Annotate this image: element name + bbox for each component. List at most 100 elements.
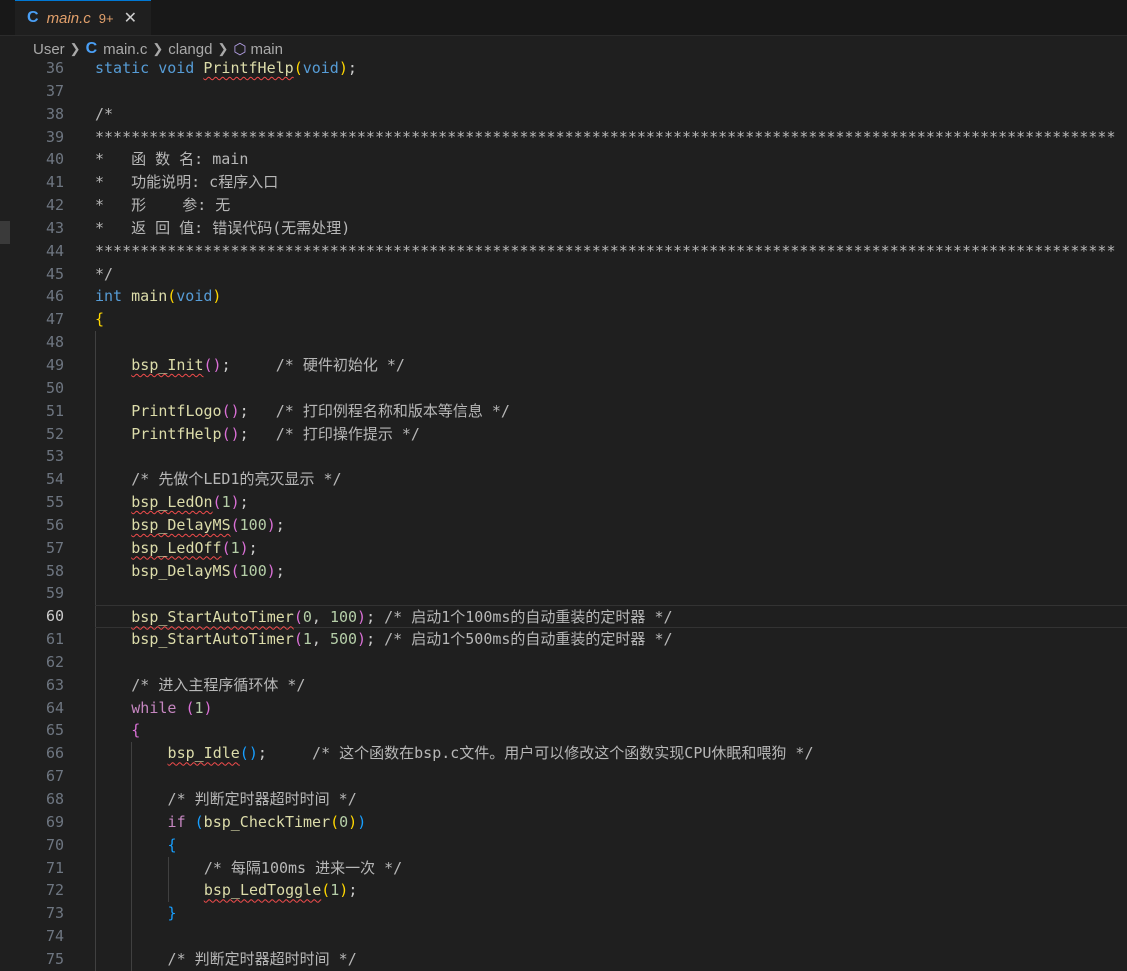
code-line[interactable]: 45 */ [0, 263, 1127, 286]
code-line[interactable]: 54 /* 先做个LED1的亮灭显示 */ [0, 468, 1127, 492]
code-token: ( [321, 881, 331, 900]
code-line[interactable]: 56 bsp_DelayMS(100); [0, 513, 1127, 537]
line-number: 58 [45, 561, 64, 580]
line-number: 52 [45, 424, 64, 443]
indent-guide [167, 879, 169, 903]
code-token: /* 判断定时器超时时间 */ [167, 790, 357, 808]
code-line[interactable]: 65 { [0, 719, 1127, 743]
code-token: ; [275, 515, 285, 534]
code-line[interactable]: 59 [0, 582, 1127, 606]
code-token: ; [221, 355, 276, 374]
code-line[interactable]: 68 /* 判断定时器超时时间 */ [0, 788, 1127, 811]
code-line[interactable]: 36 static void PrintfHelp(void); [0, 57, 1127, 80]
code-line[interactable]: 39 **************************************… [0, 126, 1127, 149]
code-content: * 返 回 值: 错误代码(无需处理) [95, 217, 350, 240]
code-line[interactable]: 37 [0, 80, 1127, 103]
indent-guide [131, 856, 133, 880]
indent-guide [131, 902, 133, 926]
code-content: /* 每隔100ms 进来一次 */ [204, 857, 402, 880]
tab-main-c[interactable]: C main.c 9+ ✕ [15, 0, 151, 35]
code-token: ; [275, 561, 285, 580]
code-line[interactable]: 62 [0, 650, 1127, 674]
code-token: bsp_DelayMS [131, 515, 231, 534]
close-icon[interactable]: ✕ [124, 8, 137, 28]
code-line[interactable]: 60 bsp_StartAutoTimer(0, 100); /* 启动1个100… [0, 605, 1127, 629]
code-line[interactable]: 71 /* 每隔100ms 进来一次 */ [0, 856, 1127, 880]
indent-guide [95, 925, 96, 948]
code-token: 1 [302, 630, 312, 649]
code-line[interactable]: 42 * 形 参: 无 [0, 194, 1127, 217]
symbol-method-icon: ⬡ [233, 41, 247, 58]
code-token: ( [230, 515, 240, 534]
code-line[interactable]: 41 * 功能说明: c程序入口 [0, 171, 1127, 194]
code-token: bsp_Idle [167, 744, 240, 763]
code-line[interactable]: 44 **************************************… [0, 240, 1127, 263]
code-line[interactable]: 53 [0, 445, 1127, 469]
code-line[interactable]: 46 int main(void) [0, 285, 1127, 308]
code-line[interactable]: 40 * 函 数 名: main [0, 148, 1127, 171]
indent-guide [95, 491, 96, 514]
problems-badge: 9+ [98, 10, 114, 26]
breadcrumb-item-clangd[interactable]: clangd [168, 41, 212, 58]
indent-guide [131, 879, 133, 903]
code-token: ) [357, 630, 367, 649]
code-token: () [221, 401, 240, 420]
code-text: { [95, 719, 1127, 743]
line-number: 53 [45, 447, 64, 466]
breadcrumb-item-file[interactable]: main.c [103, 41, 147, 58]
code-text: bsp_StartAutoTimer(1, 500); /* 启动1个500ms… [95, 628, 1127, 651]
breadcrumb-item-user[interactable]: User [33, 41, 65, 58]
code-token: ; [239, 493, 249, 512]
indent-guide [95, 445, 96, 469]
code-content: bsp_LedOn(1); [131, 491, 248, 514]
code-token: void [302, 59, 339, 77]
code-text: bsp_DelayMS(100); [95, 559, 1127, 583]
code-line[interactable]: 70 { [0, 833, 1127, 857]
code-line[interactable]: 67 [0, 765, 1127, 788]
code-line[interactable]: 69 if (bsp_CheckTimer(0)) [0, 810, 1127, 834]
code-line[interactable]: 66 bsp_Idle(); /* 这个函数在bsp.c文件。用户可以修改这个函数… [0, 742, 1127, 766]
code-token: 1 [330, 881, 340, 900]
code-line[interactable]: 58 bsp_DelayMS(100); [0, 559, 1127, 583]
code-line[interactable]: 61 bsp_StartAutoTimer(1, 500); /* 启动1个500… [0, 628, 1127, 651]
line-number: 47 [45, 310, 64, 329]
code-line[interactable]: 43 * 返 回 值: 错误代码(无需处理) [0, 217, 1127, 240]
code-token: * 函 数 名: main [95, 150, 249, 169]
code-text: bsp_LedOn(1); [95, 491, 1127, 514]
code-content: PrintfHelp(); /* 打印操作提示 */ [131, 423, 420, 446]
chevron-right-icon: ❯ [69, 41, 81, 56]
code-token: /* 硬件初始化 */ [275, 355, 405, 374]
code-line[interactable]: 52 PrintfHelp(); /* 打印操作提示 */ [0, 422, 1127, 446]
code-text: int main(void) [95, 285, 1127, 308]
indent-guide [95, 331, 96, 354]
code-line[interactable]: 47 { [0, 308, 1127, 331]
breadcrumb-item-symbol[interactable]: main [250, 41, 283, 58]
code-content: bsp_DelayMS(100); [131, 514, 285, 537]
code-text: bsp_Init(); /* 硬件初始化 */ [95, 353, 1127, 377]
code-line[interactable]: 72 bsp_LedToggle(1); [0, 879, 1127, 903]
code-line[interactable]: 38 /* [0, 103, 1127, 126]
indent-guide [131, 742, 133, 766]
code-editor[interactable]: 36 static void PrintfHelp(void); 37 38/* 39… [0, 57, 1127, 971]
code-line[interactable]: 51 PrintfLogo(); /* 打印例程名称和版本等信息 */ [0, 399, 1127, 423]
code-line[interactable]: 74 [0, 925, 1127, 948]
code-line[interactable]: 50 [0, 376, 1127, 400]
code-line[interactable]: 73} [0, 902, 1127, 926]
code-line[interactable]: 55 bsp_LedOn(1); [0, 491, 1127, 514]
code-line[interactable]: 64 while (1) [0, 696, 1127, 720]
line-number: 39 [45, 127, 64, 146]
indent-guide [95, 788, 96, 811]
c-file-icon: C [85, 40, 98, 57]
code-line[interactable]: 63 /* 进入主程序循环体 */ [0, 673, 1127, 697]
line-number: 74 [45, 927, 64, 946]
code-token: ( [230, 561, 240, 580]
code-line[interactable]: 57 bsp_LedOff(1); [0, 536, 1127, 560]
line-number: 37 [45, 81, 64, 100]
code-line[interactable]: 75 /* 判断定时器超时时间 */ [0, 947, 1127, 971]
code-line[interactable]: 48 [0, 331, 1127, 354]
code-line[interactable]: 49 bsp_Init(); /* 硬件初始化 */ [0, 353, 1127, 377]
code-token: ) [239, 538, 249, 557]
code-text: * 形 参: 无 [95, 194, 1127, 217]
indent-guide [95, 606, 96, 628]
code-token: () [203, 355, 222, 374]
